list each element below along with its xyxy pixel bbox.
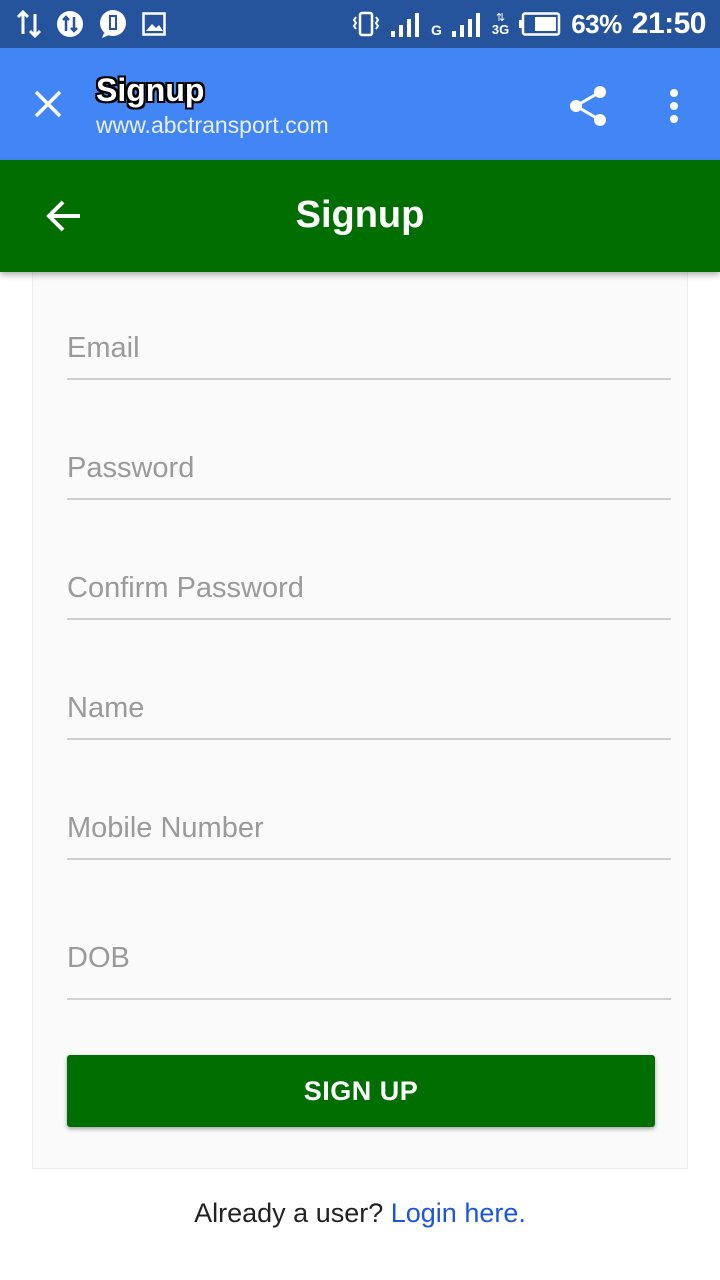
name-field-wrapper	[67, 678, 671, 740]
sign-up-button[interactable]: SIGN UP	[67, 1055, 655, 1127]
sync-icon	[56, 10, 84, 38]
email-field-wrapper	[67, 318, 671, 380]
field-underline	[67, 858, 671, 860]
image-icon	[142, 12, 166, 36]
login-prompt: Already a user? Login here.	[0, 1198, 720, 1229]
battery-icon	[519, 12, 561, 36]
login-link[interactable]: Login here.	[391, 1198, 526, 1228]
field-underline	[67, 498, 671, 500]
mobile-number-field[interactable]	[67, 798, 671, 858]
signal-icon	[451, 11, 482, 37]
browser-url[interactable]: www.abctransport.com	[96, 112, 329, 139]
close-icon[interactable]	[26, 82, 70, 126]
name-field[interactable]	[67, 678, 671, 738]
status-bar: G ⇅ 3G 63% 21:50	[0, 0, 720, 48]
network-3g-label: ⇅ 3G	[491, 12, 510, 37]
clock: 21:50	[631, 7, 707, 40]
page-title: Signup	[295, 194, 425, 236]
notification-badge-icon	[98, 9, 128, 39]
password-field-wrapper	[67, 438, 671, 500]
more-vert-icon[interactable]	[654, 82, 694, 130]
email-field[interactable]	[67, 318, 671, 378]
confirm-password-field[interactable]	[67, 558, 671, 618]
vibrate-icon	[351, 11, 381, 37]
data-transfer-icon	[16, 10, 42, 38]
app-bar: Signup	[0, 160, 720, 272]
confirm-password-field-wrapper	[67, 558, 671, 620]
mobile-field-wrapper	[67, 798, 671, 860]
dob-field-wrapper	[67, 918, 671, 1000]
browser-page-title: Signup	[96, 72, 205, 108]
field-underline	[67, 378, 671, 380]
browser-toolbar: Signup www.abctransport.com	[0, 48, 720, 160]
signup-form-card: SIGN UP	[32, 272, 688, 1169]
field-underline	[67, 618, 671, 620]
signal-icon	[390, 11, 421, 37]
field-underline	[67, 738, 671, 740]
field-underline	[67, 998, 671, 1000]
network-g-label: G	[430, 22, 442, 38]
share-icon[interactable]	[564, 82, 612, 130]
password-field[interactable]	[67, 438, 671, 498]
login-prompt-text: Already a user?	[194, 1198, 384, 1228]
battery-percent: 63%	[571, 8, 622, 39]
dob-field[interactable]	[67, 918, 671, 998]
